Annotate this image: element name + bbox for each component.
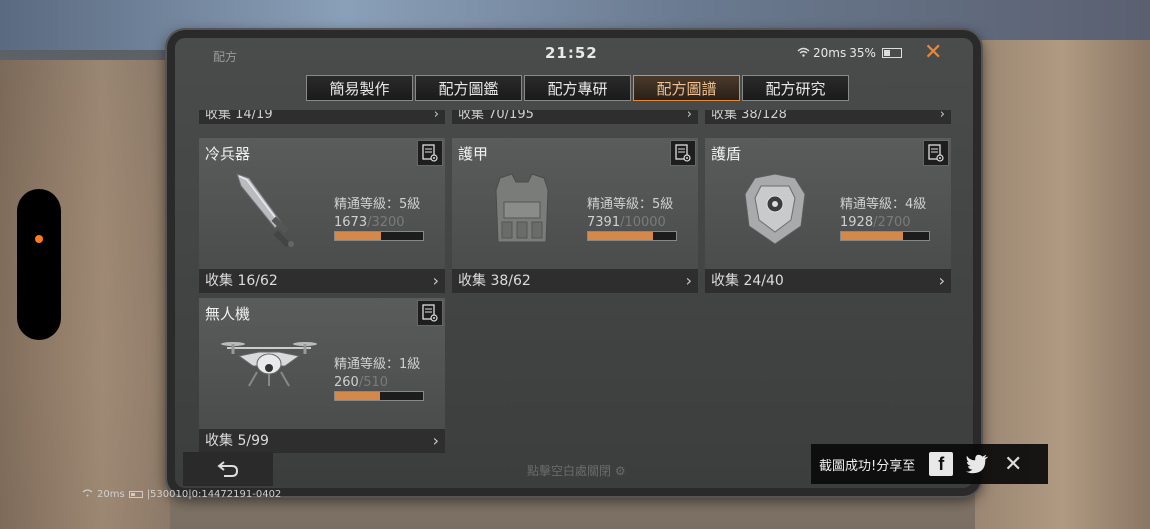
view-recipe-icon[interactable] bbox=[923, 140, 949, 166]
tab-recipe-study[interactable]: 配方專研 bbox=[524, 75, 631, 101]
recording-dot bbox=[35, 235, 43, 243]
card-title: 無人機 bbox=[205, 305, 251, 323]
partial-footer[interactable]: 收集 38/128 › bbox=[705, 110, 951, 124]
facebook-icon[interactable]: f bbox=[929, 452, 954, 476]
armor-vest-icon bbox=[472, 170, 572, 250]
progress-fill bbox=[841, 232, 904, 240]
close-hint: 點擊空白處關閉 ⚙ bbox=[527, 462, 626, 479]
progress-fill bbox=[588, 232, 654, 240]
status-indicators: 20ms 35% bbox=[797, 46, 902, 60]
mastery-progress-bar bbox=[587, 231, 677, 241]
mastery-progress-text: 260/510 bbox=[334, 375, 388, 390]
progress-current: 1928 bbox=[840, 215, 874, 230]
chevron-right-icon: › bbox=[432, 431, 439, 450]
view-recipe-icon[interactable] bbox=[417, 140, 443, 166]
recipe-card[interactable]: 冷兵器 精通等級：5級 1673/3200 收集 16/62 › bbox=[199, 138, 445, 293]
recipe-card[interactable]: 護甲 精通等級：5級 7391/10000 收集 38/62 › bbox=[452, 138, 698, 293]
collection-footer[interactable]: 收集 5/99 › bbox=[199, 429, 445, 453]
partial-footer[interactable]: 收集 70/195 › bbox=[452, 110, 698, 124]
mastery-progress-bar bbox=[334, 391, 424, 401]
mastery-level: 精通等級：5級 bbox=[587, 197, 674, 212]
card-title: 護盾 bbox=[711, 145, 742, 163]
shield-armor-icon bbox=[725, 170, 825, 250]
progress-fill bbox=[335, 232, 381, 240]
gear-icon: ⚙ bbox=[614, 464, 626, 478]
mastery-progress-text: 1928/2700 bbox=[840, 215, 911, 230]
tab-simple-craft[interactable]: 簡易製作 bbox=[306, 75, 413, 101]
progress-max: /10000 bbox=[620, 215, 666, 230]
collection-footer[interactable]: 收集 16/62 › bbox=[199, 269, 445, 293]
progress-current: 7391 bbox=[587, 215, 621, 230]
tab-recipe-map[interactable]: 配方圖譜 bbox=[633, 75, 740, 101]
progress-max: /3200 bbox=[367, 215, 405, 230]
twitter-icon[interactable] bbox=[965, 452, 989, 476]
mastery-progress-text: 7391/10000 bbox=[587, 215, 666, 230]
drone-icon bbox=[219, 330, 319, 410]
wifi-icon bbox=[82, 489, 93, 500]
view-recipe-icon[interactable] bbox=[417, 300, 443, 326]
card-title: 冷兵器 bbox=[205, 145, 251, 163]
progress-max: /510 bbox=[358, 375, 389, 390]
chevron-right-icon: › bbox=[432, 271, 439, 290]
side-handle[interactable] bbox=[17, 189, 61, 340]
recipe-card[interactable]: 護盾 精通等級：4級 1928/2700 收集 24/40 › bbox=[705, 138, 951, 293]
mastery-progress-text: 1673/3200 bbox=[334, 215, 405, 230]
view-recipe-icon[interactable] bbox=[670, 140, 696, 166]
mastery-level: 精通等級：5級 bbox=[334, 197, 421, 212]
card-title: 護甲 bbox=[458, 145, 489, 163]
chevron-right-icon: › bbox=[685, 271, 692, 290]
share-text: 截圖成功!分享至 bbox=[819, 458, 916, 474]
app-name: 配方 bbox=[213, 50, 238, 64]
progress-fill bbox=[335, 392, 380, 400]
partial-footer-label: 收集 38/128 bbox=[711, 110, 787, 122]
back-arrow-icon bbox=[217, 461, 239, 477]
battery-icon bbox=[128, 491, 143, 498]
wifi-icon bbox=[797, 46, 810, 60]
recipe-card[interactable]: 無人機 精通等級：1級 260/510 收集 5/99 › bbox=[199, 298, 445, 453]
overlay-id: |530010|0:14472191-0402 bbox=[146, 489, 282, 500]
partial-footer-label: 收集 70/195 bbox=[458, 110, 534, 122]
collection-footer[interactable]: 收集 24/40 › bbox=[705, 269, 951, 293]
back-button[interactable] bbox=[183, 452, 273, 486]
partial-footer[interactable]: 收集 14/19 › bbox=[199, 110, 445, 124]
battery-text: 35% bbox=[849, 46, 876, 60]
progress-current: 260 bbox=[334, 375, 359, 390]
mastery-level: 精通等級：4級 bbox=[840, 197, 927, 212]
mastery-level: 精通等級：1級 bbox=[334, 357, 421, 372]
close-hint-text: 點擊空白處關閉 bbox=[527, 464, 612, 478]
chevron-right-icon: › bbox=[686, 110, 692, 122]
overlay-ping: 20ms bbox=[97, 489, 125, 500]
sword-icon bbox=[219, 170, 319, 250]
tablet-screen: 配方 21:52 20ms 35% ✕ 簡易製作 配方圖鑑 配方專研 配方圖譜 … bbox=[175, 38, 973, 488]
progress-max: /2700 bbox=[873, 215, 911, 230]
close-share-icon[interactable]: ✕ bbox=[1001, 452, 1025, 477]
partial-footer-label: 收集 14/19 bbox=[205, 110, 273, 122]
tab-bar: 簡易製作 配方圖鑑 配方專研 配方圖譜 配方研究 bbox=[306, 75, 849, 101]
tab-recipe-research[interactable]: 配方研究 bbox=[742, 75, 849, 101]
share-bar: 截圖成功!分享至 f ✕ bbox=[811, 444, 1048, 484]
clock: 21:52 bbox=[545, 44, 598, 62]
battery-icon bbox=[881, 48, 902, 58]
ping-text: 20ms bbox=[813, 46, 847, 60]
mastery-progress-bar bbox=[840, 231, 930, 241]
chevron-right-icon: › bbox=[938, 271, 945, 290]
collection-count: 收集 24/40 bbox=[711, 273, 784, 289]
collection-count: 收集 5/99 bbox=[205, 433, 269, 449]
tablet-frame: 配方 21:52 20ms 35% ✕ 簡易製作 配方圖鑑 配方專研 配方圖譜 … bbox=[167, 30, 981, 496]
close-icon[interactable]: ✕ bbox=[924, 40, 942, 65]
progress-current: 1673 bbox=[334, 215, 368, 230]
collection-count: 收集 16/62 bbox=[205, 273, 278, 289]
debug-overlay: 20ms |530010|0:14472191-0402 bbox=[82, 489, 281, 500]
mastery-progress-bar bbox=[334, 231, 424, 241]
tab-recipe-catalog[interactable]: 配方圖鑑 bbox=[415, 75, 522, 101]
partial-row: 收集 14/19 › 收集 70/195 › 收集 38/128 › bbox=[199, 110, 951, 124]
collection-footer[interactable]: 收集 38/62 › bbox=[452, 269, 698, 293]
chevron-right-icon: › bbox=[939, 110, 945, 122]
chevron-right-icon: › bbox=[433, 110, 439, 122]
collection-count: 收集 38/62 bbox=[458, 273, 531, 289]
